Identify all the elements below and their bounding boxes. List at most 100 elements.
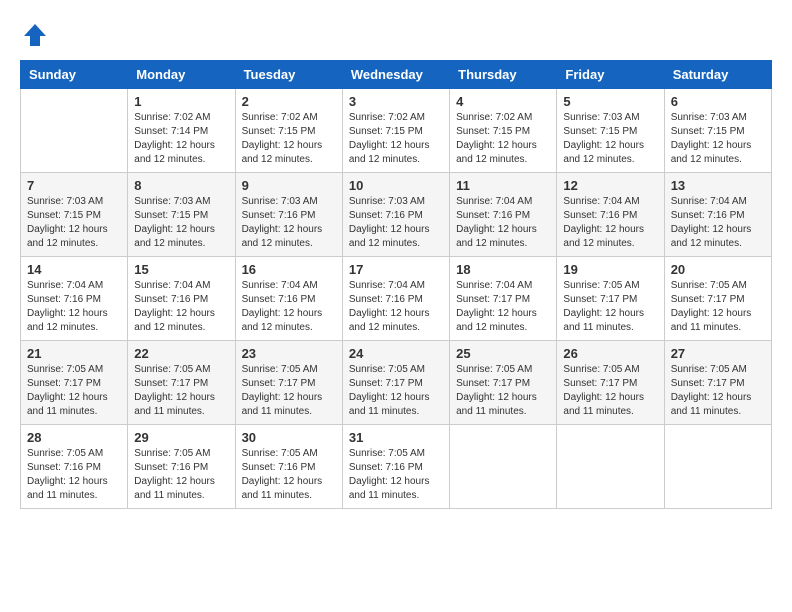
calendar-day-cell: 9Sunrise: 7:03 AM Sunset: 7:16 PM Daylig…: [235, 173, 342, 257]
day-number: 31: [349, 430, 443, 445]
weekday-header: Friday: [557, 61, 664, 89]
calendar-week-row: 1 Sunrise: 7:02 AM Sunset: 7:14 PM Daylig…: [21, 89, 772, 173]
calendar-day-cell: [450, 425, 557, 509]
day-info: Sunrise: 7:04 AM Sunset: 7:16 PM Dayligh…: [242, 279, 336, 335]
day-info: Sunrise: 7:04 AM Sunset: 7:16 PM Dayligh…: [456, 195, 550, 251]
calendar-day-cell: 6 Sunrise: 7:03 AM Sunset: 7:15 PM Daylig…: [664, 89, 771, 173]
calendar-header: SundayMondayTuesdayWednesdayThursdayFrid…: [21, 61, 772, 89]
day-number: 8: [134, 178, 228, 193]
calendar-day-cell: 8 Sunrise: 7:03 AM Sunset: 7:15 PM Daylig…: [128, 173, 235, 257]
day-info: Sunrise: 7:02 AM Sunset: 7:15 PM Dayligh…: [242, 111, 336, 167]
day-number: 14: [27, 262, 121, 277]
calendar-day-cell: 20 Sunrise: 7:05 AM Sunset: 7:17 PM Dayli…: [664, 257, 771, 341]
calendar-day-cell: 10 Sunrise: 7:03 AM Sunset: 7:16 PM Dayli…: [342, 173, 449, 257]
calendar-day-cell: 21 Sunrise: 7:05 AM Sunset: 7:17 PM Dayli…: [21, 341, 128, 425]
day-info: Sunrise: 7:03 AM Sunset: 7:15 PM Dayligh…: [563, 111, 657, 167]
day-info: Sunrise: 7:04 AM Sunset: 7:16 PM Dayligh…: [134, 279, 228, 335]
calendar-week-row: 14 Sunrise: 7:04 AM Sunset: 7:16 PM Dayli…: [21, 257, 772, 341]
day-number: 3: [349, 94, 443, 109]
day-number: 10: [349, 178, 443, 193]
calendar-table: SundayMondayTuesdayWednesdayThursdayFrid…: [20, 60, 772, 509]
calendar-day-cell: 12 Sunrise: 7:04 AM Sunset: 7:16 PM Dayli…: [557, 173, 664, 257]
day-number: 26: [563, 346, 657, 361]
day-number: 2: [242, 94, 336, 109]
calendar-day-cell: 4 Sunrise: 7:02 AM Sunset: 7:15 PM Daylig…: [450, 89, 557, 173]
calendar-day-cell: 15 Sunrise: 7:04 AM Sunset: 7:16 PM Dayli…: [128, 257, 235, 341]
calendar-day-cell: 14Sunrise: 7:04 AM Sunset: 7:16 PM Dayli…: [21, 257, 128, 341]
calendar-day-cell: 29 Sunrise: 7:05 AM Sunset: 7:16 PM Dayli…: [128, 425, 235, 509]
calendar-week-row: 7 Sunrise: 7:03 AM Sunset: 7:15 PM Daylig…: [21, 173, 772, 257]
day-number: 1: [134, 94, 228, 109]
day-info: Sunrise: 7:05 AM Sunset: 7:17 PM Dayligh…: [563, 279, 657, 335]
day-number: 28: [27, 430, 121, 445]
day-info: Sunrise: 7:05 AM Sunset: 7:16 PM Dayligh…: [134, 447, 228, 503]
day-number: 7: [27, 178, 121, 193]
calendar-day-cell: 16 Sunrise: 7:04 AM Sunset: 7:16 PM Dayli…: [235, 257, 342, 341]
calendar-day-cell: 13 Sunrise: 7:04 AM Sunset: 7:16 PM Dayli…: [664, 173, 771, 257]
day-info: Sunrise: 7:05 AM Sunset: 7:16 PM Dayligh…: [27, 447, 121, 503]
day-info: Sunrise: 7:03 AM Sunset: 7:15 PM Dayligh…: [27, 195, 121, 251]
weekday-header: Thursday: [450, 61, 557, 89]
day-info: Sunrise: 7:05 AM Sunset: 7:16 PM Dayligh…: [349, 447, 443, 503]
day-info: Sunrise: 7:05 AM Sunset: 7:16 PM Dayligh…: [242, 447, 336, 503]
day-number: 29: [134, 430, 228, 445]
weekday-row: SundayMondayTuesdayWednesdayThursdayFrid…: [21, 61, 772, 89]
logo-icon: [20, 20, 50, 50]
calendar-day-cell: 11Sunrise: 7:04 AM Sunset: 7:16 PM Dayli…: [450, 173, 557, 257]
day-number: 15: [134, 262, 228, 277]
day-info: Sunrise: 7:03 AM Sunset: 7:16 PM Dayligh…: [349, 195, 443, 251]
day-info: Sunrise: 7:03 AM Sunset: 7:16 PM Dayligh…: [242, 195, 336, 251]
day-info: Sunrise: 7:05 AM Sunset: 7:17 PM Dayligh…: [456, 363, 550, 419]
weekday-header: Sunday: [21, 61, 128, 89]
day-number: 16: [242, 262, 336, 277]
day-number: 20: [671, 262, 765, 277]
day-number: 24: [349, 346, 443, 361]
calendar-day-cell: 7 Sunrise: 7:03 AM Sunset: 7:15 PM Daylig…: [21, 173, 128, 257]
day-info: Sunrise: 7:04 AM Sunset: 7:16 PM Dayligh…: [563, 195, 657, 251]
calendar-day-cell: 17Sunrise: 7:04 AM Sunset: 7:16 PM Dayli…: [342, 257, 449, 341]
weekday-header: Tuesday: [235, 61, 342, 89]
day-number: 6: [671, 94, 765, 109]
calendar-day-cell: 28 Sunrise: 7:05 AM Sunset: 7:16 PM Dayli…: [21, 425, 128, 509]
day-info: Sunrise: 7:03 AM Sunset: 7:15 PM Dayligh…: [671, 111, 765, 167]
day-number: 21: [27, 346, 121, 361]
day-number: 18: [456, 262, 550, 277]
day-info: Sunrise: 7:05 AM Sunset: 7:17 PM Dayligh…: [134, 363, 228, 419]
logo: [20, 20, 56, 50]
day-info: Sunrise: 7:03 AM Sunset: 7:15 PM Dayligh…: [134, 195, 228, 251]
day-number: 5: [563, 94, 657, 109]
day-number: 22: [134, 346, 228, 361]
day-info: Sunrise: 7:05 AM Sunset: 7:17 PM Dayligh…: [671, 279, 765, 335]
day-number: 23: [242, 346, 336, 361]
calendar-week-row: 28 Sunrise: 7:05 AM Sunset: 7:16 PM Dayli…: [21, 425, 772, 509]
calendar-day-cell: [21, 89, 128, 173]
calendar-day-cell: 18Sunrise: 7:04 AM Sunset: 7:17 PM Dayli…: [450, 257, 557, 341]
calendar-day-cell: 1 Sunrise: 7:02 AM Sunset: 7:14 PM Daylig…: [128, 89, 235, 173]
day-number: 17: [349, 262, 443, 277]
calendar-day-cell: 22 Sunrise: 7:05 AM Sunset: 7:17 PM Dayli…: [128, 341, 235, 425]
calendar-day-cell: 25Sunrise: 7:05 AM Sunset: 7:17 PM Dayli…: [450, 341, 557, 425]
day-number: 27: [671, 346, 765, 361]
day-info: Sunrise: 7:02 AM Sunset: 7:14 PM Dayligh…: [134, 111, 228, 167]
day-number: 13: [671, 178, 765, 193]
day-number: 12: [563, 178, 657, 193]
calendar-day-cell: 26 Sunrise: 7:05 AM Sunset: 7:17 PM Dayli…: [557, 341, 664, 425]
calendar-body: 1 Sunrise: 7:02 AM Sunset: 7:14 PM Daylig…: [21, 89, 772, 509]
page-header: [20, 20, 772, 50]
calendar-day-cell: 31 Sunrise: 7:05 AM Sunset: 7:16 PM Dayli…: [342, 425, 449, 509]
day-info: Sunrise: 7:05 AM Sunset: 7:17 PM Dayligh…: [349, 363, 443, 419]
weekday-header: Monday: [128, 61, 235, 89]
day-info: Sunrise: 7:05 AM Sunset: 7:17 PM Dayligh…: [671, 363, 765, 419]
calendar-week-row: 21 Sunrise: 7:05 AM Sunset: 7:17 PM Dayli…: [21, 341, 772, 425]
calendar-day-cell: [664, 425, 771, 509]
day-number: 4: [456, 94, 550, 109]
day-info: Sunrise: 7:05 AM Sunset: 7:17 PM Dayligh…: [27, 363, 121, 419]
day-number: 19: [563, 262, 657, 277]
day-info: Sunrise: 7:02 AM Sunset: 7:15 PM Dayligh…: [349, 111, 443, 167]
calendar-day-cell: 5 Sunrise: 7:03 AM Sunset: 7:15 PM Daylig…: [557, 89, 664, 173]
day-info: Sunrise: 7:05 AM Sunset: 7:17 PM Dayligh…: [563, 363, 657, 419]
day-info: Sunrise: 7:04 AM Sunset: 7:16 PM Dayligh…: [671, 195, 765, 251]
weekday-header: Wednesday: [342, 61, 449, 89]
calendar-day-cell: 30Sunrise: 7:05 AM Sunset: 7:16 PM Dayli…: [235, 425, 342, 509]
day-info: Sunrise: 7:02 AM Sunset: 7:15 PM Dayligh…: [456, 111, 550, 167]
